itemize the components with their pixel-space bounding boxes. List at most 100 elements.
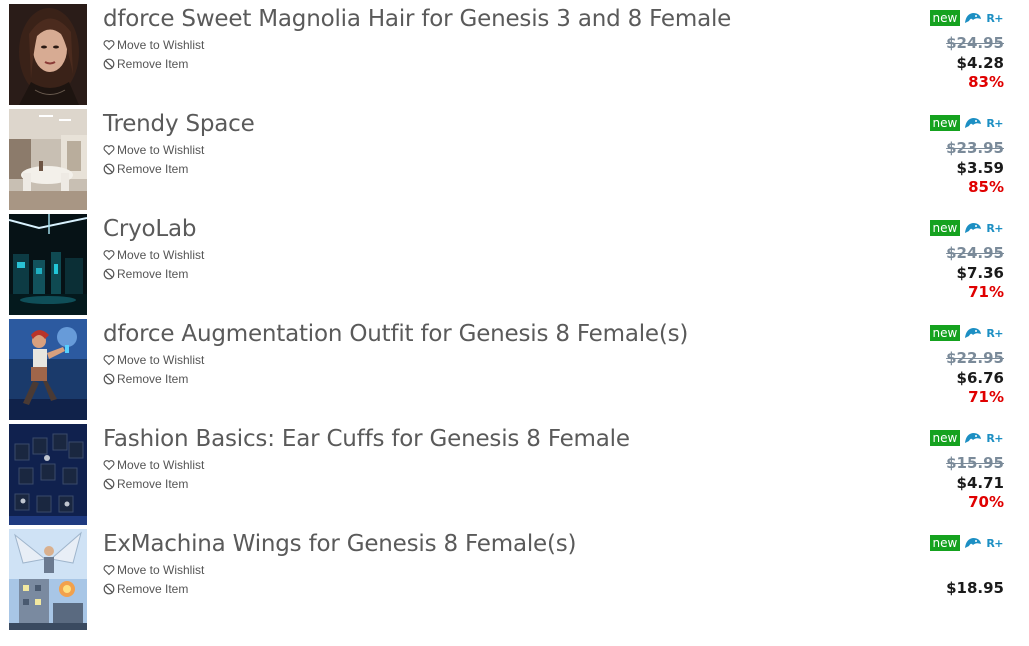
remove-item-link[interactable]: Remove Item [103, 162, 188, 176]
sale-price: $6.76 [956, 368, 1004, 387]
remove-item-label: Remove Item [117, 57, 189, 71]
product-badges: new R+ [929, 430, 1003, 446]
daz-studio-icon [964, 431, 982, 445]
remove-item-label: Remove Item [117, 162, 189, 176]
rplus-badge: R+ [986, 536, 1003, 550]
original-price: $22.95 [946, 349, 1004, 367]
original-price: $24.95 [946, 34, 1004, 52]
remove-item-link[interactable]: Remove Item [103, 582, 188, 596]
daz-studio-icon [964, 116, 982, 130]
heart-icon [103, 459, 115, 471]
discount-percent: 85% [968, 178, 1004, 196]
heart-icon [103, 39, 115, 51]
product-thumbnail[interactable] [9, 319, 87, 420]
heart-icon [103, 564, 115, 576]
product-badges: new R+ [929, 115, 1003, 131]
move-to-wishlist-label: Move to Wishlist [117, 563, 205, 577]
new-badge: new [929, 10, 961, 26]
new-badge: new [929, 115, 961, 131]
product-title[interactable]: Fashion Basics: Ear Cuffs for Genesis 8 … [103, 426, 630, 452]
original-price: $15.95 [946, 454, 1004, 472]
move-to-wishlist-link[interactable]: Move to Wishlist [103, 353, 204, 367]
ban-icon [103, 268, 115, 280]
remove-item-label: Remove Item [117, 372, 189, 386]
product-title[interactable]: dforce Augmentation Outfit for Genesis 8… [103, 321, 688, 347]
product-thumbnail[interactable] [9, 424, 87, 525]
move-to-wishlist-label: Move to Wishlist [117, 458, 205, 472]
discount-percent: 83% [968, 73, 1004, 91]
cart-item: dforce Augmentation Outfit for Genesis 8… [0, 315, 1029, 420]
move-to-wishlist-link[interactable]: Move to Wishlist [103, 458, 204, 472]
daz-studio-icon [964, 221, 982, 235]
sale-price: $4.28 [956, 53, 1004, 72]
price-block: $23.95 $3.59 85% [946, 139, 1004, 198]
discount-percent: 70% [968, 493, 1004, 511]
new-badge: new [929, 325, 961, 341]
product-thumbnail[interactable] [9, 214, 87, 315]
sale-price: $4.71 [956, 473, 1004, 492]
move-to-wishlist-label: Move to Wishlist [117, 248, 205, 262]
cart-item: ExMachina Wings for Genesis 8 Female(s) … [0, 525, 1029, 630]
product-thumbnail[interactable] [9, 4, 87, 105]
product-badges: new R+ [929, 220, 1003, 236]
remove-item-link[interactable]: Remove Item [103, 477, 188, 491]
move-to-wishlist-link[interactable]: Move to Wishlist [103, 248, 204, 262]
price-block: $24.95 $7.36 71% [946, 244, 1004, 303]
remove-item-link[interactable]: Remove Item [103, 267, 188, 281]
sale-price: $7.36 [956, 263, 1004, 282]
product-title[interactable]: CryoLab [103, 216, 197, 242]
move-to-wishlist-link[interactable]: Move to Wishlist [103, 38, 204, 52]
sale-price: $18.95 [946, 579, 1004, 597]
heart-icon [103, 144, 115, 156]
discount-percent: 71% [968, 388, 1004, 406]
ban-icon [103, 583, 115, 595]
move-to-wishlist-label: Move to Wishlist [117, 353, 205, 367]
heart-icon [103, 354, 115, 366]
remove-item-label: Remove Item [117, 582, 189, 596]
ban-icon [103, 163, 115, 175]
cart-item: Trendy Space Move to Wishlist Remove Ite… [0, 105, 1029, 210]
daz-studio-icon [964, 11, 982, 25]
move-to-wishlist-link[interactable]: Move to Wishlist [103, 143, 204, 157]
cart-item: CryoLab Move to Wishlist Remove Item new… [0, 210, 1029, 315]
price-block: $18.95 [946, 579, 1004, 599]
rplus-badge: R+ [986, 431, 1003, 445]
product-badges: new R+ [929, 535, 1003, 551]
rplus-badge: R+ [986, 11, 1003, 25]
ban-icon [103, 58, 115, 70]
original-price: $24.95 [946, 244, 1004, 262]
move-to-wishlist-link[interactable]: Move to Wishlist [103, 563, 204, 577]
new-badge: new [929, 220, 961, 236]
product-title[interactable]: ExMachina Wings for Genesis 8 Female(s) [103, 531, 577, 557]
product-title[interactable]: Trendy Space [103, 111, 255, 137]
discount-percent: 71% [968, 283, 1004, 301]
product-thumbnail[interactable] [9, 529, 87, 630]
move-to-wishlist-label: Move to Wishlist [117, 38, 205, 52]
cart-item: Fashion Basics: Ear Cuffs for Genesis 8 … [0, 420, 1029, 525]
heart-icon [103, 249, 115, 261]
daz-studio-icon [964, 536, 982, 550]
rplus-badge: R+ [986, 116, 1003, 130]
product-title[interactable]: dforce Sweet Magnolia Hair for Genesis 3… [103, 6, 731, 32]
product-thumbnail[interactable] [9, 109, 87, 210]
price-block: $22.95 $6.76 71% [946, 349, 1004, 408]
product-badges: new R+ [929, 325, 1003, 341]
rplus-badge: R+ [986, 326, 1003, 340]
product-badges: new R+ [929, 10, 1003, 26]
daz-studio-icon [964, 326, 982, 340]
sale-price: $3.59 [956, 158, 1004, 177]
price-block: $15.95 $4.71 70% [946, 454, 1004, 513]
remove-item-label: Remove Item [117, 477, 189, 491]
move-to-wishlist-label: Move to Wishlist [117, 143, 205, 157]
remove-item-link[interactable]: Remove Item [103, 57, 188, 71]
remove-item-link[interactable]: Remove Item [103, 372, 188, 386]
cart-item-list: dforce Sweet Magnolia Hair for Genesis 3… [0, 0, 1029, 630]
ban-icon [103, 373, 115, 385]
rplus-badge: R+ [986, 221, 1003, 235]
remove-item-label: Remove Item [117, 267, 189, 281]
new-badge: new [929, 535, 961, 551]
ban-icon [103, 478, 115, 490]
cart-item: dforce Sweet Magnolia Hair for Genesis 3… [0, 0, 1029, 105]
new-badge: new [929, 430, 961, 446]
original-price: $23.95 [946, 139, 1004, 157]
